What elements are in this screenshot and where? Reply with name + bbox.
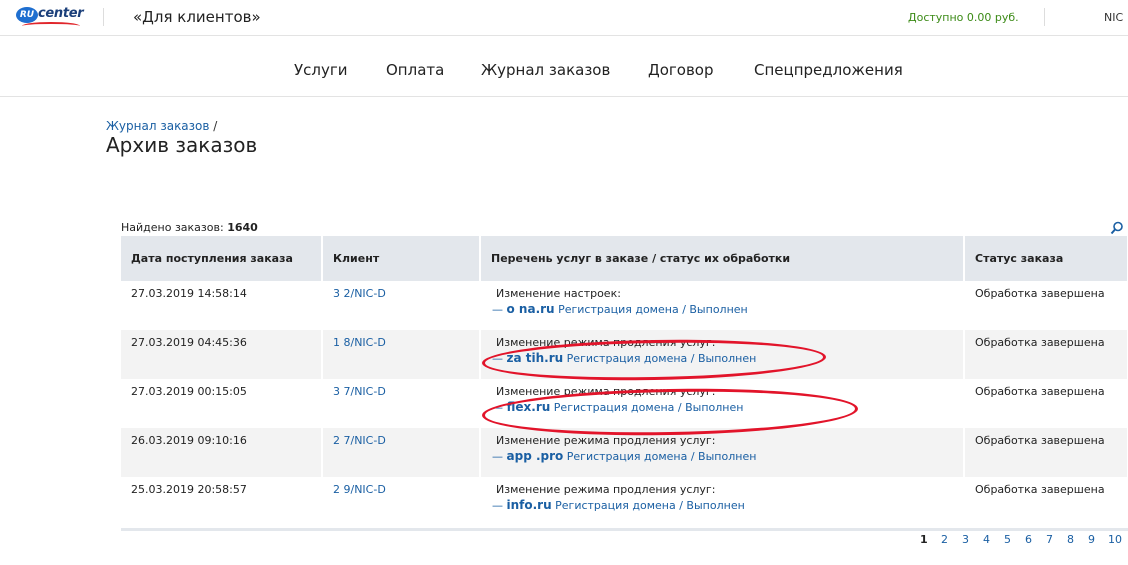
- order-client-link[interactable]: 3 2/NIC-D: [322, 281, 481, 330]
- nav-item-services[interactable]: Услуги: [294, 61, 347, 79]
- service-line: — flex.ru Регистрация домена / Выполнен: [492, 399, 953, 416]
- column-header-status[interactable]: Статус заказа: [964, 236, 1128, 281]
- breadcrumb: Журнал заказов /: [106, 119, 217, 133]
- page-link[interactable]: 3: [962, 533, 969, 546]
- column-header-date[interactable]: Дата поступления заказа: [121, 236, 323, 281]
- service-dash: —: [492, 303, 503, 316]
- service-status: / Выполнен: [690, 450, 757, 463]
- order-status: Обработка завершена: [964, 428, 1128, 477]
- order-client-link[interactable]: 2 9/NIC-D: [322, 477, 481, 526]
- service-dash: —: [492, 499, 503, 512]
- table-row: 27.03.2019 00:15:05 3 7/NIC-D Изменение …: [121, 379, 1128, 428]
- page-link[interactable]: 10: [1108, 533, 1122, 546]
- domain-link[interactable]: flex.ru: [507, 400, 551, 414]
- order-services: Изменение режима продления услуг: — app …: [480, 428, 965, 477]
- logo-badge: RU: [16, 7, 38, 23]
- service-heading: Изменение режима продления услуг:: [496, 385, 716, 398]
- order-client-link[interactable]: 2 7/NIC-D: [322, 428, 481, 477]
- service-status: / Выполнен: [690, 352, 757, 365]
- service-name-link[interactable]: Регистрация домена: [567, 352, 688, 365]
- service-name-link[interactable]: Регистрация домена: [554, 401, 675, 414]
- table-bottom-border: [121, 528, 1128, 531]
- domain-link[interactable]: app .pro: [507, 449, 564, 463]
- order-client-link[interactable]: 1 8/NIC-D: [322, 330, 481, 379]
- nav-item-contract[interactable]: Договор: [648, 61, 714, 79]
- section-title[interactable]: «Для клиентов»: [133, 8, 261, 26]
- service-dash: —: [492, 450, 503, 463]
- table-row: 26.03.2019 09:10:16 2 7/NIC-D Изменение …: [121, 428, 1128, 477]
- table-row: 27.03.2019 14:58:14 3 2/NIC-D Изменение …: [121, 281, 1128, 330]
- domain-link[interactable]: info.ru: [507, 498, 552, 512]
- order-date: 27.03.2019 14:58:14: [121, 281, 323, 330]
- account-nic-link[interactable]: NIC: [1104, 11, 1123, 24]
- order-date: 26.03.2019 09:10:16: [121, 428, 323, 477]
- order-status: Обработка завершена: [964, 281, 1128, 330]
- service-status: / Выполнен: [677, 401, 744, 414]
- table-row: 25.03.2019 20:58:57 2 9/NIC-D Изменение …: [121, 477, 1128, 526]
- breadcrumb-separator: /: [209, 119, 218, 133]
- found-label: Найдено заказов:: [121, 221, 224, 234]
- page-title: Архив заказов: [106, 133, 258, 157]
- service-dash: —: [492, 352, 503, 365]
- service-line: — app .pro Регистрация домена / Выполнен: [492, 448, 953, 465]
- logo-swoosh-icon: [22, 22, 80, 30]
- order-status: Обработка завершена: [964, 379, 1128, 428]
- nav-item-orders-log[interactable]: Журнал заказов: [481, 61, 610, 79]
- service-name-link[interactable]: Регистрация домена: [558, 303, 679, 316]
- column-header-client[interactable]: Клиент: [322, 236, 481, 281]
- page-link[interactable]: 7: [1046, 533, 1053, 546]
- order-services: Изменение режима продления услуг: — za t…: [480, 330, 965, 379]
- column-header-services[interactable]: Перечень услуг в заказе / статус их обра…: [480, 236, 965, 281]
- page-link[interactable]: 5: [1004, 533, 1011, 546]
- found-count: 1640: [227, 221, 258, 234]
- service-name-link[interactable]: Регистрация домена: [567, 450, 688, 463]
- table-row: 27.03.2019 04:45:36 1 8/NIC-D Изменение …: [121, 330, 1128, 379]
- service-heading: Изменение режима продления услуг:: [496, 483, 716, 496]
- order-services: Изменение режима продления услуг: — flex…: [480, 379, 965, 428]
- service-heading: Изменение режима продления услуг:: [496, 336, 716, 349]
- service-line: — info.ru Регистрация домена / Выполнен: [492, 497, 953, 514]
- page-link[interactable]: 4: [983, 533, 990, 546]
- page-link[interactable]: 8: [1067, 533, 1074, 546]
- order-status: Обработка завершена: [964, 330, 1128, 379]
- top-bar: RU center «Для клиентов» Доступно 0.00 р…: [0, 0, 1128, 36]
- divider: [1044, 8, 1045, 26]
- service-line: — za tih.ru Регистрация домена / Выполне…: [492, 350, 953, 367]
- service-heading: Изменение режима продления услуг:: [496, 434, 716, 447]
- balance-text[interactable]: Доступно 0.00 руб.: [908, 11, 1019, 24]
- service-name-link[interactable]: Регистрация домена: [555, 499, 676, 512]
- order-date: 25.03.2019 20:58:57: [121, 477, 323, 526]
- orders-found-count: Найдено заказов: 1640: [121, 221, 258, 234]
- page-link-current[interactable]: 1: [920, 533, 928, 546]
- page-link[interactable]: 6: [1025, 533, 1032, 546]
- logo-text: center: [38, 6, 84, 21]
- page-link[interactable]: 2: [941, 533, 948, 546]
- service-heading: Изменение настроек:: [496, 287, 621, 300]
- nav-item-payment[interactable]: Оплата: [386, 61, 444, 79]
- order-services: Изменение режима продления услуг: — info…: [480, 477, 965, 526]
- nav-item-special-offers[interactable]: Спецпредложения: [754, 61, 903, 79]
- service-status: / Выполнен: [679, 499, 745, 512]
- breadcrumb-orders-log-link[interactable]: Журнал заказов: [106, 119, 209, 133]
- order-services: Изменение настроек: — o na.ru Регистраци…: [480, 281, 965, 330]
- order-date: 27.03.2019 00:15:05: [121, 379, 323, 428]
- order-date: 27.03.2019 04:45:36: [121, 330, 323, 379]
- service-dash: —: [492, 401, 503, 414]
- page-link[interactable]: 9: [1088, 533, 1095, 546]
- order-client-link[interactable]: 3 7/NIC-D: [322, 379, 481, 428]
- service-status: / Выполнен: [682, 303, 748, 316]
- order-status: Обработка завершена: [964, 477, 1128, 526]
- divider: [103, 8, 104, 26]
- search-icon[interactable]: [1110, 221, 1124, 235]
- main-nav: Услуги Оплата Журнал заказов Договор Спе…: [0, 37, 1128, 97]
- domain-link[interactable]: o na.ru: [507, 302, 555, 316]
- ru-center-logo[interactable]: RU center: [14, 4, 84, 30]
- table-header-row: Дата поступления заказа Клиент Перечень …: [121, 236, 1128, 281]
- service-line: — o na.ru Регистрация домена / Выполнен: [492, 301, 953, 318]
- domain-link[interactable]: za tih.ru: [507, 351, 564, 365]
- orders-table: Дата поступления заказа Клиент Перечень …: [121, 236, 1128, 526]
